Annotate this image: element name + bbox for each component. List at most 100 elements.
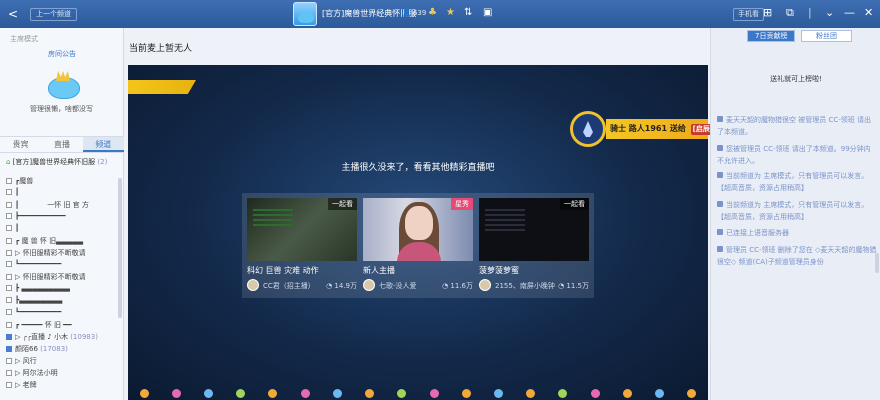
channel-scrollbar[interactable] (118, 178, 122, 318)
gift-icon[interactable] (590, 389, 600, 398)
channel-item[interactable]: ┣━━━━━━━━━━━ (6, 212, 66, 220)
gift-icon[interactable] (622, 389, 632, 398)
camera-icon[interactable]: ▣ (483, 7, 492, 18)
channel-item[interactable]: ┏魔兽 (6, 176, 33, 186)
expand-toggle-icon[interactable] (6, 202, 12, 208)
channel-item[interactable]: ┃ 一怀 旧 官 方 (6, 200, 89, 210)
card-tag: 一起看 (560, 198, 589, 210)
tab-channel[interactable]: 频道 (82, 137, 124, 152)
chat-message: 已连接上语音服务器 (717, 227, 877, 239)
expand-toggle-icon[interactable] (6, 274, 12, 280)
expand-toggle-icon[interactable] (6, 178, 12, 184)
channel-item[interactable]: ▷ ┌┌直播 ♪ 小木 (10983) (6, 332, 98, 342)
root-channel-name: [官方]魔兽世界经典怀旧服 (12, 158, 96, 166)
gift-icon[interactable] (526, 389, 536, 398)
expand-toggle-icon[interactable] (6, 250, 12, 256)
restore-icon[interactable]: ⧉ (786, 6, 794, 20)
phone-watch-button[interactable]: 手机看 (733, 8, 764, 21)
tab-7day-rank[interactable]: 7日贡献榜 (747, 30, 796, 42)
channel-item[interactable]: ┣▃▃▃▃▃▃▃▃ (6, 296, 62, 304)
channel-item[interactable]: ▷ 阿尔法小明 (6, 368, 58, 378)
room-notice-link[interactable]: 房间公告 (48, 49, 76, 59)
video-area[interactable]: 骑士 路人1961 送给 [启辰] 主播很久没来了，看看其他精彩直播吧 一起看 … (128, 65, 716, 400)
chat-scrollbar[interactable] (875, 253, 879, 273)
gift-icon[interactable] (687, 389, 697, 398)
offline-message: 主播很久没来了，看看其他精彩直播吧 (341, 163, 495, 173)
gift-icon[interactable] (429, 389, 439, 398)
prev-channel-button[interactable]: 上一个频道 (30, 8, 77, 21)
root-channel[interactable]: ⌂ [官方]魔兽世界经典怀旧服 (2) (6, 157, 107, 167)
exchange-icon[interactable]: ⇅ (464, 7, 472, 18)
tab-vip[interactable]: 贵宾 (0, 137, 41, 152)
chevron-down-icon[interactable]: ⌄ (825, 6, 834, 19)
recommend-card[interactable]: 一起看 科幻 巨兽 灾难 动作 CC君（招主播） ◔ 14.9万 (247, 198, 357, 293)
tab-live[interactable]: 直播 (41, 137, 82, 152)
channel-item[interactable]: 颜陌66 (17083) (6, 344, 68, 354)
expand-toggle-icon[interactable] (6, 370, 12, 376)
card-title: 菠萝菠萝蜜 (479, 266, 519, 275)
channel-item[interactable]: ▷ 怀旧服精彩不断敬请 (6, 248, 86, 258)
gift-hint: 送礼就可上榜啦! (770, 75, 822, 83)
channel-item[interactable]: ┃ (6, 188, 19, 196)
channel-item[interactable]: ┃ (6, 224, 19, 232)
knight-badge-icon (570, 111, 606, 147)
expand-toggle-icon[interactable] (6, 189, 12, 195)
knight-text: 骑士 路人1961 送给 (610, 124, 689, 133)
gift-icon[interactable] (332, 389, 342, 398)
gift-icon[interactable] (494, 389, 504, 398)
recommend-card[interactable]: 星秀 新人主播 七歌-没人爱 ◔ 11.6万 (363, 198, 473, 293)
channel-name: ┗━━━━━━━━━━ (15, 308, 62, 316)
chat-message: 您被管理员 CC-领班 请出了本频道。99分钟内不允许进入。 (717, 143, 877, 167)
share-icon[interactable]: ♣ (428, 7, 437, 18)
channel-item[interactable]: ▷ 风行 (6, 356, 37, 366)
back-button[interactable]: < (8, 7, 18, 21)
expand-toggle-icon[interactable] (6, 213, 12, 219)
expand-toggle-icon[interactable] (6, 334, 12, 340)
gift-icon[interactable] (655, 389, 665, 398)
minimize-icon[interactable]: — (844, 6, 855, 19)
gift-icon[interactable] (171, 389, 181, 398)
channel-name: ┃ (15, 188, 20, 196)
channel-item[interactable]: ┏ ━━━━━ 怀 旧 ━━ (6, 320, 72, 330)
channel-item[interactable]: ┗━━━━━━━━━━ (6, 308, 61, 316)
expand-toggle-icon[interactable] (6, 358, 12, 364)
gift-icon[interactable] (236, 389, 246, 398)
expand-toggle-icon[interactable] (6, 285, 12, 291)
gift-icon[interactable] (461, 389, 471, 398)
gift-icon[interactable] (300, 389, 310, 398)
favorite-star-icon[interactable]: ★ (446, 7, 455, 18)
gift-icon[interactable] (397, 389, 407, 398)
grid-icon[interactable]: ⊞ (763, 6, 772, 19)
card-title: 新人主播 (363, 266, 395, 275)
channel-item[interactable]: ┗━━━━━━━━━━ (6, 260, 61, 268)
speaker-icon (717, 201, 723, 207)
expand-toggle-icon[interactable] (6, 238, 12, 244)
gift-icon[interactable] (204, 389, 214, 398)
avatar (363, 279, 375, 291)
expand-toggle-icon[interactable] (6, 309, 12, 315)
gift-icon[interactable] (558, 389, 568, 398)
tab-fan-club[interactable]: 粉丝团 (801, 30, 852, 42)
avatar (247, 279, 259, 291)
expand-toggle-icon[interactable] (6, 382, 12, 388)
gift-icon[interactable] (365, 389, 375, 398)
channel-item[interactable]: ▷ 怀旧服精彩不断敬请 (6, 272, 86, 282)
channel-name: 颜陌66 (15, 345, 38, 353)
channel-item[interactable]: ▷ 老牌 (6, 380, 37, 390)
gift-icon[interactable] (139, 389, 149, 398)
card-views-value: 11.6万 (450, 282, 473, 290)
channel-item[interactable]: ┣ ▃▃▃▃▃▃▃▃▃ (6, 284, 70, 292)
expand-toggle-icon[interactable] (6, 322, 12, 328)
channel-count: (17083) (40, 345, 68, 353)
close-icon[interactable]: ✕ (864, 6, 873, 19)
online-count-value: 639 (412, 9, 427, 17)
gift-icon[interactable] (268, 389, 278, 398)
room-mode: 主席模式 (10, 35, 38, 43)
expand-toggle-icon[interactable] (6, 225, 12, 231)
expand-toggle-icon[interactable] (6, 297, 12, 303)
recommend-card[interactable]: 一起看 菠萝菠萝蜜 2155、南屏小晚钟 ◔ 11.5万 (479, 198, 589, 293)
expand-toggle-icon[interactable] (6, 346, 12, 352)
expand-toggle-icon[interactable] (6, 261, 12, 267)
chat-message: 麦天天韶的魔物猎很空 被管理员 CC-领班 请出了本频道。 (717, 114, 877, 138)
channel-item[interactable]: ┏ 魔 兽 怀 旧▃▃▃▃▃ (6, 236, 83, 246)
